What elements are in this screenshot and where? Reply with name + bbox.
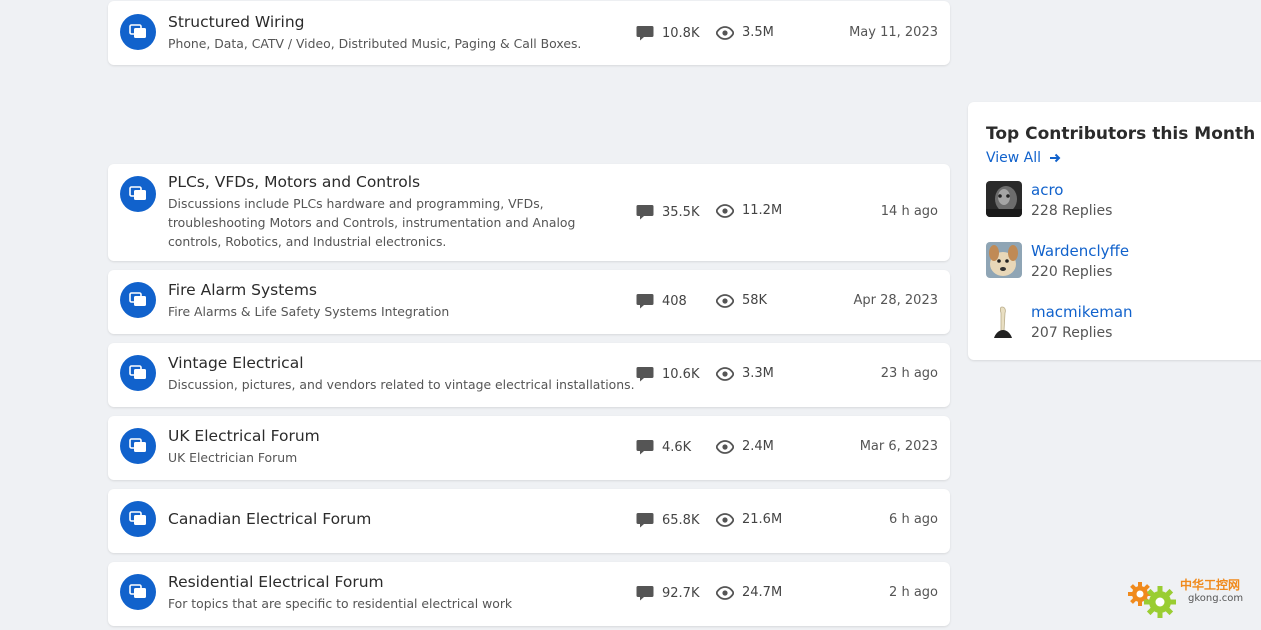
eye-icon — [716, 203, 734, 218]
arrow-right-icon — [1050, 153, 1061, 163]
forum-row-canadian-electrical[interactable]: Canadian Electrical Forum 65.8K 21.6M 6 … — [108, 489, 950, 553]
last-activity: Apr 28, 2023 — [853, 293, 938, 308]
eye-icon — [716, 585, 734, 600]
comment-icon — [636, 440, 654, 455]
forum-row-uk-electrical[interactable]: UK Electrical Forum UK Electrician Forum… — [108, 416, 950, 480]
contributor-replies: 228 Replies — [1031, 203, 1113, 219]
chat-bubbles-icon — [120, 282, 156, 318]
watermark-domain: gkong.com — [1188, 593, 1244, 604]
avatar[interactable] — [986, 181, 1022, 217]
chat-bubbles-icon — [120, 428, 156, 464]
contributor-item[interactable]: macmikeman 207 Replies — [986, 303, 1256, 343]
gkong-watermark: 中华工控网 gkong.com — [1122, 568, 1257, 626]
forum-title[interactable]: Fire Alarm Systems — [168, 280, 628, 300]
forum-description: Discussions include PLCs hardware and pr… — [168, 196, 576, 249]
view-count: 3.3M — [716, 366, 774, 381]
last-activity: 2 h ago — [889, 585, 938, 600]
top-contributors-card: Top Contributors this Month View All acr… — [968, 102, 1261, 360]
eye-icon — [716, 293, 734, 308]
last-activity: 6 h ago — [889, 512, 938, 527]
forum-title[interactable]: Canadian Electrical Forum — [168, 509, 628, 529]
forum-description: Fire Alarms & Life Safety Systems Integr… — [168, 304, 450, 319]
forum-row-residential-electrical[interactable]: Residential Electrical Forum For topics … — [108, 562, 950, 626]
gear-icon — [1128, 582, 1176, 618]
watermark-text: 中华工控网 — [1180, 578, 1241, 592]
eye-icon — [716, 439, 734, 454]
last-activity: Mar 6, 2023 — [859, 439, 938, 454]
chat-bubbles-icon — [120, 176, 156, 212]
last-activity: 23 h ago — [880, 366, 938, 381]
top-contributors-title: Top Contributors this Month — [986, 124, 1256, 144]
contributor-name[interactable]: acro — [1031, 181, 1063, 199]
reply-count: 4.6K — [636, 439, 691, 455]
reply-count: 408 — [636, 293, 687, 309]
contributor-replies: 220 Replies — [1031, 264, 1113, 280]
chat-bubbles-icon — [120, 355, 156, 391]
forum-description: Discussion, pictures, and vendors relate… — [168, 377, 635, 392]
reply-count: 35.5K — [636, 204, 699, 220]
eye-icon — [716, 512, 734, 527]
chat-bubbles-icon — [120, 501, 156, 537]
forum-row-fire-alarm[interactable]: Fire Alarm Systems Fire Alarms & Life Sa… — [108, 270, 950, 334]
forum-description: Phone, Data, CATV / Video, Distributed M… — [168, 36, 582, 51]
reply-count: 10.6K — [636, 366, 699, 382]
forum-row-vintage-electrical[interactable]: Vintage Electrical Discussion, pictures,… — [108, 343, 950, 407]
comment-icon — [636, 367, 654, 382]
chat-bubbles-icon — [120, 14, 156, 50]
comment-icon — [636, 294, 654, 309]
comment-icon — [636, 513, 654, 528]
contributor-name[interactable]: Wardenclyffe — [1031, 242, 1129, 260]
forum-title[interactable]: PLCs, VFDs, Motors and Controls — [168, 172, 628, 192]
forum-row-structured-wiring[interactable]: Structured Wiring Phone, Data, CATV / Vi… — [108, 1, 950, 65]
last-activity: 14 h ago — [880, 204, 938, 219]
contributor-replies: 207 Replies — [1031, 325, 1113, 341]
view-all-link[interactable]: View All — [986, 150, 1061, 166]
forum-description: For topics that are specific to resident… — [168, 596, 513, 611]
contributor-name[interactable]: macmikeman — [1031, 303, 1133, 321]
eye-icon — [716, 366, 734, 381]
forum-row-plcs[interactable]: PLCs, VFDs, Motors and Controls Discussi… — [108, 164, 950, 261]
chat-bubbles-icon — [120, 574, 156, 610]
reply-count: 92.7K — [636, 585, 699, 601]
reply-count: 10.8K — [636, 25, 699, 41]
comment-icon — [636, 586, 654, 601]
view-count: 21.6M — [716, 512, 782, 527]
comment-icon — [636, 26, 654, 41]
eye-icon — [716, 25, 734, 40]
view-count: 58K — [716, 293, 767, 308]
avatar[interactable] — [986, 242, 1022, 278]
forum-title[interactable]: Vintage Electrical — [168, 353, 628, 373]
forum-description: UK Electrician Forum — [168, 450, 298, 465]
contributor-item[interactable]: Wardenclyffe 220 Replies — [986, 242, 1256, 282]
avatar[interactable] — [986, 303, 1022, 339]
view-count: 24.7M — [716, 585, 782, 600]
contributor-item[interactable]: acro 228 Replies — [986, 181, 1256, 221]
reply-count: 65.8K — [636, 512, 699, 528]
forum-title[interactable]: Residential Electrical Forum — [168, 572, 628, 592]
view-count: 2.4M — [716, 439, 774, 454]
comment-icon — [636, 205, 654, 220]
view-count: 11.2M — [716, 203, 782, 218]
last-activity: May 11, 2023 — [849, 25, 938, 40]
forum-title[interactable]: UK Electrical Forum — [168, 426, 628, 446]
view-count: 3.5M — [716, 25, 774, 40]
forum-title[interactable]: Structured Wiring — [168, 12, 628, 32]
